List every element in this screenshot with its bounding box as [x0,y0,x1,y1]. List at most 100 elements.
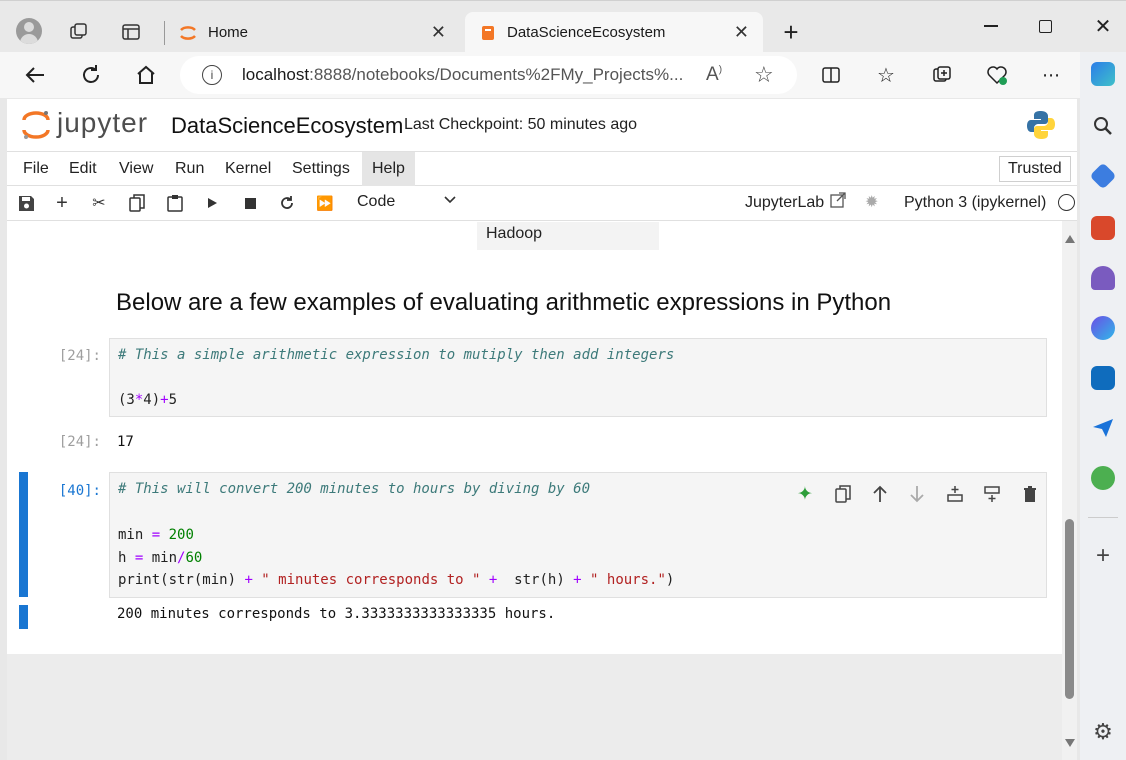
microsoft-365-icon[interactable] [1091,316,1115,340]
tools-icon[interactable] [1091,216,1115,240]
menu-edit[interactable]: Edit [59,152,107,186]
menu-file[interactable]: File [13,152,59,186]
tab-notebook-close-icon[interactable]: ✕ [734,22,749,43]
add-sidebar-app-icon[interactable]: + [1091,544,1115,568]
tab-actions-icon[interactable] [118,19,144,45]
cell2-comment: # This will convert 200 minutes to hours… [118,481,591,497]
debugger-bug-icon[interactable]: ✹ [865,192,878,212]
delete-cell-icon[interactable] [1019,483,1041,505]
read-aloud-icon[interactable]: A) [706,64,722,86]
menu-help[interactable]: Help [362,152,415,186]
edge-sidebar: + ⚙ [1080,52,1126,760]
external-link-icon[interactable] [830,192,846,213]
cell1-comment: # This a simple arithmetic expression to… [118,347,675,363]
chevron-down-icon [443,192,457,211]
insert-cell-icon[interactable]: + [51,191,73,215]
tab-notebook[interactable]: DataScienceEcosystem ✕ [465,12,763,53]
insert-above-icon[interactable] [944,483,966,505]
cell2-output: 200 minutes corresponds to 3.33333333333… [117,606,556,622]
tree-icon[interactable] [1091,466,1115,490]
cell1-input-prompt: [24]: [58,348,101,364]
tab-notebook-label: DataScienceEcosystem [507,24,666,41]
browser-address-bar: i localhost:8888/notebooks/Documents%2FM… [0,52,1080,98]
notebook-title[interactable]: DataScienceEcosystem [171,113,403,139]
python-logo-icon [1025,109,1057,141]
jupyter-logo[interactable]: jupyter [21,107,161,143]
cell-type-select[interactable]: Code [351,191,457,215]
new-tab-icon[interactable]: + [778,17,804,47]
cell-type-value: Code [357,193,396,210]
save-icon[interactable] [15,191,37,215]
cell2-line-min: min = 200 [118,527,194,543]
favorite-star-icon[interactable]: ☆ [754,62,774,88]
url-host: localhost [242,65,310,84]
scroll-down-arrow-icon[interactable] [1064,735,1076,753]
menu-run[interactable]: Run [165,152,214,186]
ai-sparkle-icon[interactable]: ✦ [794,483,816,505]
move-down-icon[interactable] [906,483,928,505]
kernel-name[interactable]: Python 3 (ipykernel) [904,194,1046,212]
duplicate-cell-icon[interactable] [832,483,854,505]
split-screen-icon[interactable] [818,62,844,88]
jupyterlab-link[interactable]: JupyterLab [745,194,824,212]
browser-essentials-icon[interactable] [984,62,1010,88]
search-icon[interactable] [1091,114,1115,138]
send-icon[interactable] [1091,416,1115,440]
url-path: :8888/notebooks/Documents%2FMy_Projects%… [309,65,684,84]
cell2-input[interactable]: # This will convert 200 minutes to hours… [109,472,1047,598]
site-info-icon[interactable]: i [202,65,222,85]
jupyter-header: jupyter DataScienceEcosystem Last Checkp… [7,99,1077,151]
shopping-tag-icon[interactable] [1089,162,1117,190]
page-bottom-area [7,654,1077,760]
restart-run-all-icon[interactable]: ⏩ [314,191,336,215]
minimize-icon[interactable] [978,13,1004,39]
cell1-input[interactable]: # This a simple arithmetic expression to… [109,338,1047,417]
notebook-favicon-icon [479,24,497,42]
workspaces-icon[interactable] [66,19,92,45]
notebook-toolbar: + ✂ ⏩ Code JupyterLab ✹ Python 3 (ipyker… [7,186,1077,221]
cut-icon[interactable]: ✂ [88,191,110,215]
tab-home[interactable]: Home ✕ [170,12,460,53]
last-checkpoint: Last Checkpoint: 50 minutes ago [404,116,638,133]
back-icon[interactable] [22,62,48,88]
sidebar-divider [1088,517,1118,518]
menu-kernel[interactable]: Kernel [215,152,281,186]
scrollbar-thumb[interactable] [1065,519,1074,699]
menu-view[interactable]: View [109,152,163,186]
close-window-icon[interactable]: ✕ [1090,13,1116,39]
restart-icon[interactable] [276,191,298,215]
jupyter-logo-icon [22,111,50,139]
copy-icon[interactable] [126,191,148,215]
maximize-icon[interactable] [1032,13,1058,39]
kernel-status-icon [1058,194,1075,211]
trusted-badge[interactable]: Trusted [999,156,1071,182]
browser-tab-bar: Home ✕ DataScienceEcosystem ✕ + ✕ [0,0,1126,53]
profile-avatar[interactable] [16,18,42,44]
cell1-code-line: (3*4)+5 [118,392,178,408]
markdown-heading: Below are a few examples of evaluating a… [116,289,892,316]
more-options-icon[interactable]: ⋯ [1038,62,1064,88]
tab-home-close-icon[interactable]: ✕ [431,22,446,43]
scroll-up-arrow-icon[interactable] [1064,231,1076,249]
games-icon[interactable] [1091,266,1115,290]
stop-icon[interactable] [239,191,261,215]
cell1-output: 17 [117,434,134,450]
cell2-line-print: print(str(min) + " minutes corresponds t… [118,572,675,588]
home-icon[interactable] [133,62,159,88]
settings-gear-icon[interactable]: ⚙ [1091,720,1115,744]
collections-icon[interactable] [929,62,955,88]
move-up-icon[interactable] [869,483,891,505]
active-output-indicator [19,605,28,629]
paste-icon[interactable] [164,191,186,215]
notebook-area[interactable]: Hadoop Below are a few examples of evalu… [7,222,1075,654]
favorites-icon[interactable]: ☆ [873,62,899,88]
address-field[interactable]: i localhost:8888/notebooks/Documents%2FM… [180,56,797,94]
outlook-icon[interactable] [1091,366,1115,390]
previous-output-text: Hadoop [486,225,543,242]
copilot-icon[interactable] [1091,62,1115,86]
run-icon[interactable] [201,191,223,215]
refresh-icon[interactable] [78,62,104,88]
menu-settings[interactable]: Settings [282,152,360,186]
insert-below-icon[interactable] [981,483,1003,505]
jupyter-page: jupyter DataScienceEcosystem Last Checkp… [7,99,1077,760]
